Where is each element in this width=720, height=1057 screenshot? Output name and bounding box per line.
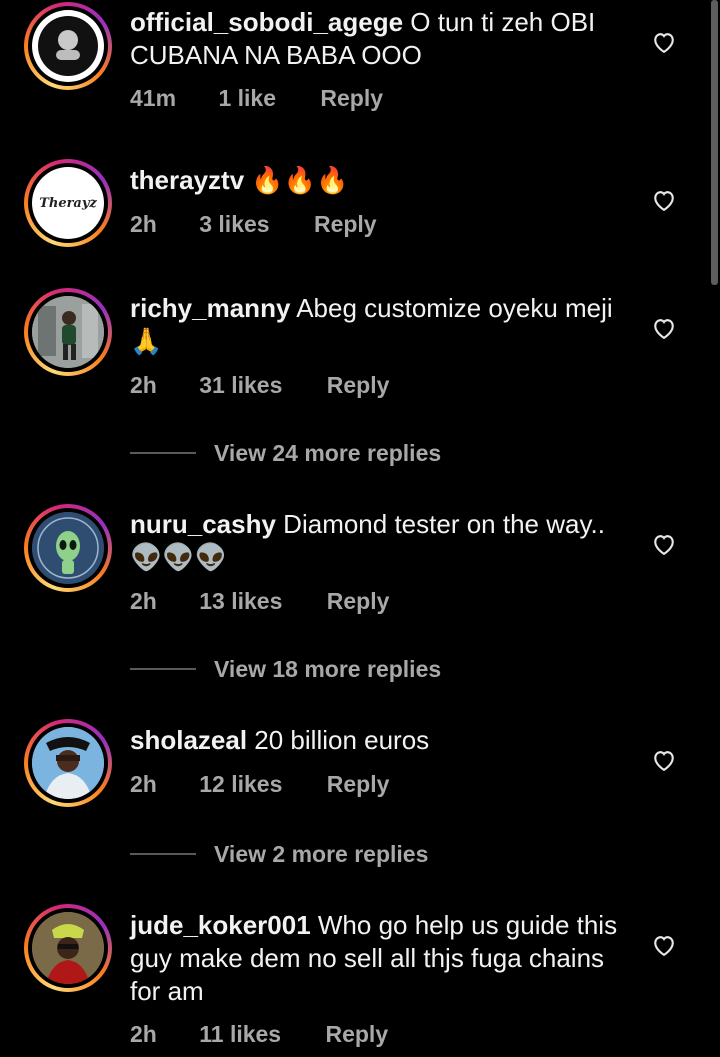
comment-text: official_sobodi_agege O tun ti zeh OBI C… [130, 6, 620, 72]
avatar[interactable]: Therayz [24, 159, 112, 247]
view-replies-button[interactable]: View 18 more replies [130, 654, 441, 684]
comment-text: sholazeal 20 billion euros [130, 724, 620, 757]
comment-meta: 2h 11 likes Reply [130, 1021, 388, 1048]
comment-time: 2h [130, 372, 157, 398]
username[interactable]: nuru_cashy [130, 509, 276, 539]
username[interactable]: sholazeal [130, 725, 247, 755]
username[interactable]: jude_koker001 [130, 910, 311, 940]
comment-time: 2h [130, 588, 157, 614]
comment-time: 2h [130, 211, 157, 237]
comment-meta: 2h 12 likes Reply [130, 771, 389, 798]
like-count[interactable]: 11 likes [199, 1021, 281, 1048]
heart-icon[interactable] [650, 186, 678, 214]
comment-body: 🔥🔥🔥 [244, 165, 349, 195]
comment-meta: 2h 31 likes Reply [130, 372, 389, 399]
reply-button[interactable]: Reply [327, 771, 390, 798]
view-replies-label[interactable]: View 2 more replies [214, 841, 428, 868]
comment-time: 2h [130, 771, 157, 797]
comment-text: jude_koker001 Who go help us guide this … [130, 909, 620, 1008]
comment-text: therayztv 🔥🔥🔥 [130, 164, 620, 197]
like-count[interactable]: 1 like [218, 85, 276, 112]
avatar[interactable] [24, 504, 112, 592]
avatar-logo-text: Therayz [39, 195, 97, 211]
like-count[interactable]: 3 likes [199, 211, 269, 238]
heart-icon[interactable] [650, 931, 678, 959]
heart-icon[interactable] [650, 314, 678, 342]
avatar[interactable] [24, 288, 112, 376]
avatar[interactable] [24, 2, 112, 90]
comment-body: 20 billion euros [247, 725, 430, 755]
avatar[interactable] [24, 719, 112, 807]
like-count[interactable]: 12 likes [199, 771, 282, 798]
comment-meta: 2h 13 likes Reply [130, 588, 389, 615]
reply-button[interactable]: Reply [314, 211, 377, 238]
view-replies-label[interactable]: View 24 more replies [214, 440, 441, 467]
username[interactable]: richy_manny [130, 293, 290, 323]
avatar[interactable] [24, 904, 112, 992]
heart-icon[interactable] [650, 28, 678, 56]
comment-text: richy_manny Abeg customize oyeku meji 🙏 [130, 292, 620, 358]
reply-button[interactable]: Reply [327, 372, 390, 399]
comment-time: 41m [130, 85, 177, 111]
like-count[interactable]: 13 likes [199, 588, 282, 615]
divider-line [130, 668, 196, 670]
comment-meta: 2h 3 likes Reply [130, 211, 377, 238]
scrollbar[interactable] [711, 0, 718, 285]
avatar-image [32, 727, 104, 799]
divider-line [130, 452, 196, 454]
comment-text: nuru_cashy Diamond tester on the way.. 👽… [130, 508, 620, 574]
comment-time: 2h [130, 1021, 157, 1047]
avatar-image [32, 512, 104, 584]
avatar-image [38, 16, 98, 76]
heart-icon[interactable] [650, 530, 678, 558]
like-count[interactable]: 31 likes [199, 372, 282, 399]
reply-button[interactable]: Reply [325, 1021, 388, 1048]
reply-button[interactable]: Reply [320, 85, 383, 112]
view-replies-button[interactable]: View 2 more replies [130, 839, 428, 869]
view-replies-button[interactable]: View 24 more replies [130, 438, 441, 468]
divider-line [130, 853, 196, 855]
avatar-image [32, 296, 104, 368]
comment-meta: 41m 1 like Reply [130, 85, 383, 112]
view-replies-label[interactable]: View 18 more replies [214, 656, 441, 683]
avatar-image [32, 912, 104, 984]
username[interactable]: official_sobodi_agege [130, 7, 403, 37]
username[interactable]: therayztv [130, 165, 244, 195]
heart-icon[interactable] [650, 746, 678, 774]
reply-button[interactable]: Reply [327, 588, 390, 615]
